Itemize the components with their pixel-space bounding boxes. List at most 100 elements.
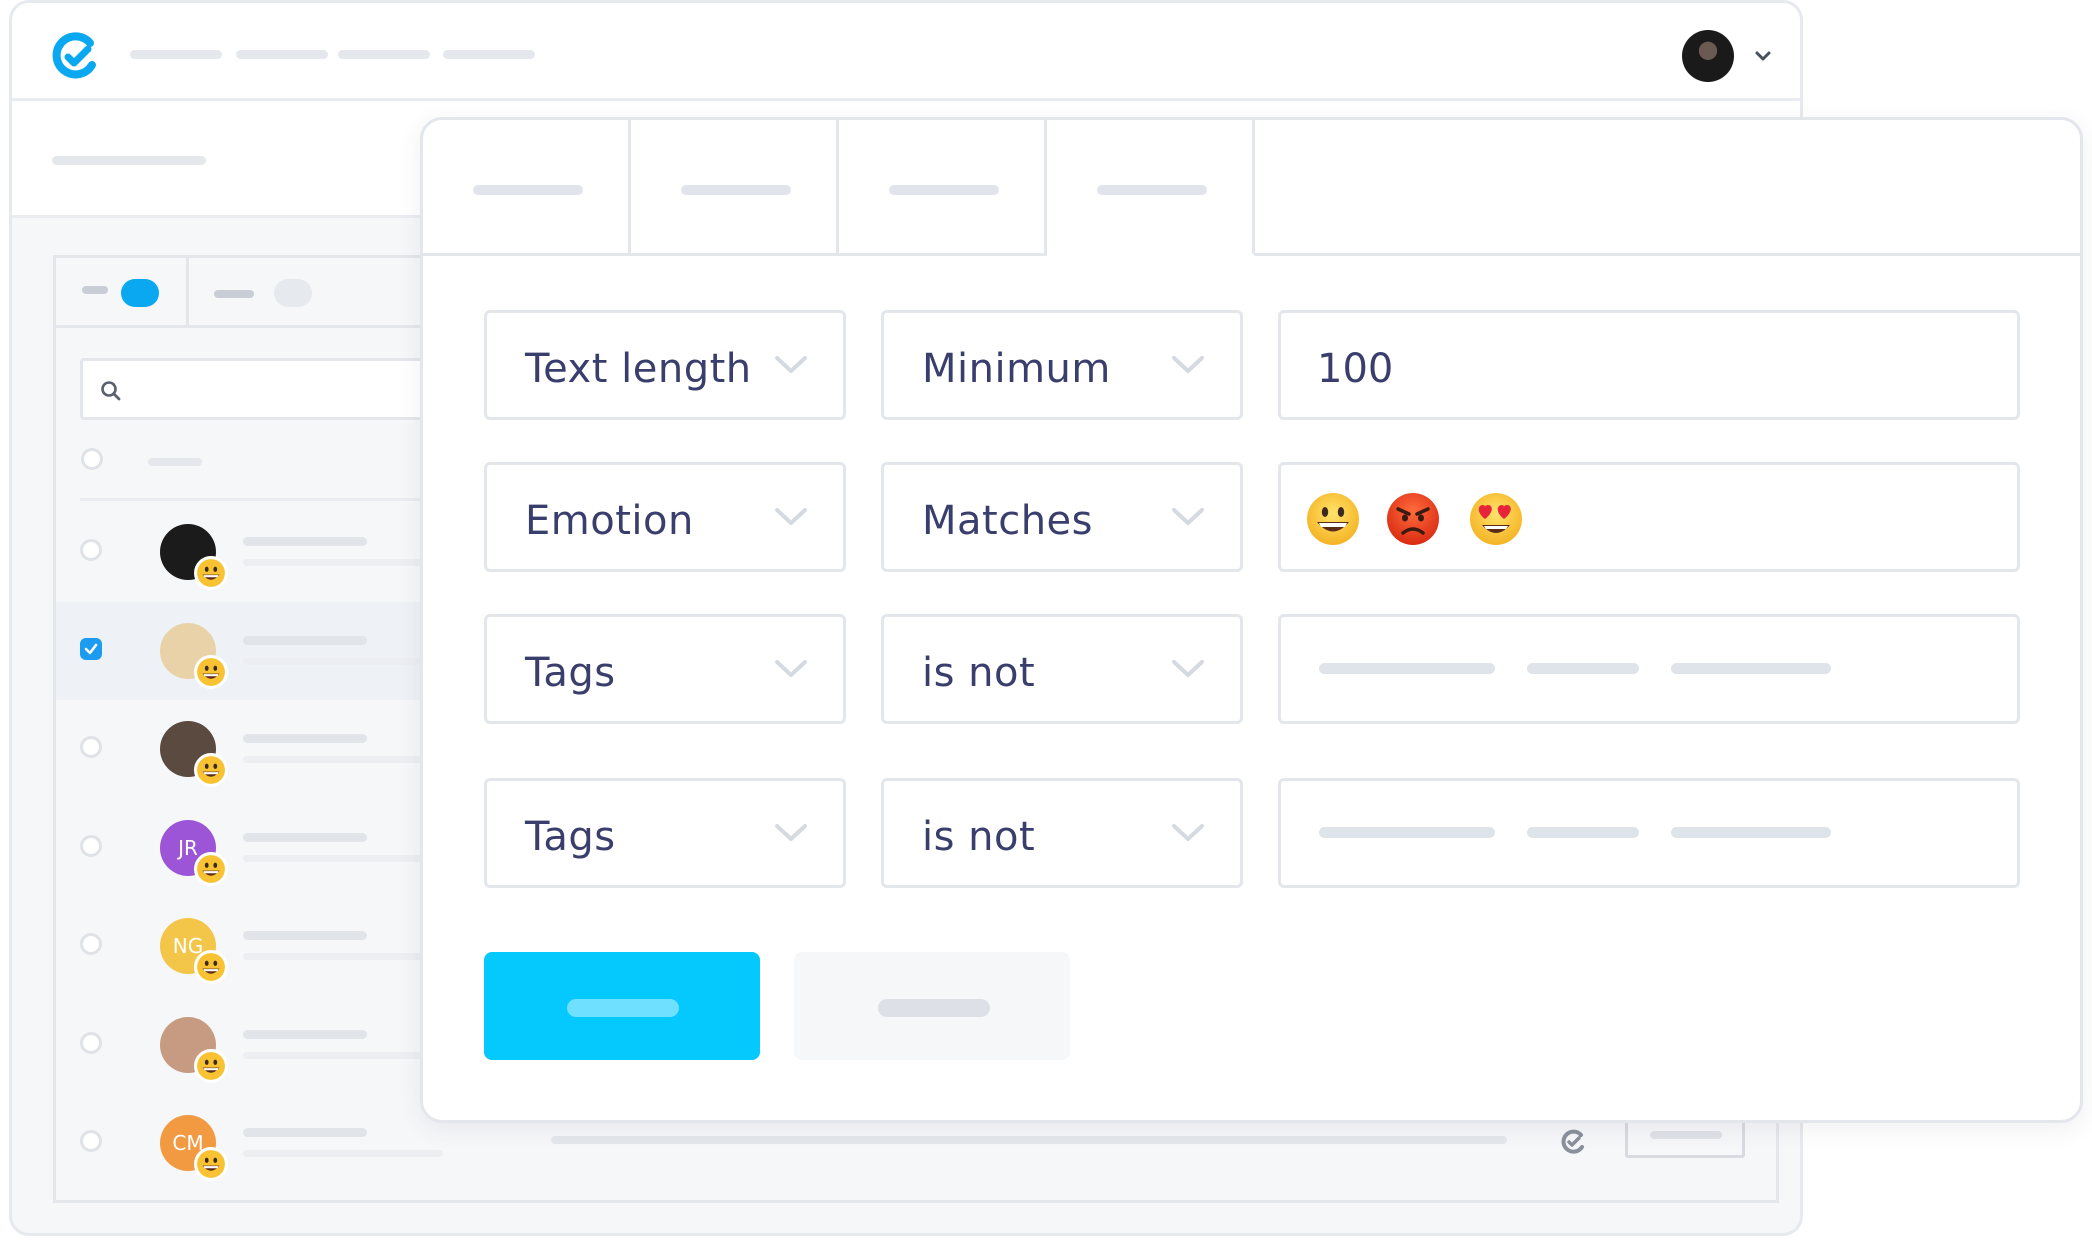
row-title-placeholder: [243, 1029, 367, 1039]
row-title-placeholder: [243, 1128, 367, 1137]
row-subtitle-placeholder: [243, 1150, 443, 1157]
footer-button-label-placeholder: [1650, 1131, 1722, 1139]
row-checkbox[interactable]: [80, 1130, 102, 1152]
nav-link-1[interactable]: [130, 50, 222, 59]
row-subtitle-placeholder: [243, 559, 443, 566]
tag-chip-placeholder[interactable]: [1319, 827, 1495, 838]
field-select-label: Tags: [525, 814, 616, 860]
list-header-placeholder: [148, 458, 202, 466]
field-select-label: Text length: [525, 346, 752, 392]
list-item[interactable]: [56, 996, 476, 1094]
tab-label-placeholder: [889, 185, 999, 195]
tab-label-placeholder: [473, 185, 583, 195]
tab-count-badge[interactable]: [274, 279, 312, 307]
chevron-down-icon: [1172, 356, 1204, 373]
select-all-checkbox[interactable]: [81, 448, 103, 470]
row-subtitle-placeholder: [243, 657, 443, 665]
cancel-button[interactable]: [794, 952, 1070, 1060]
nav-link-4[interactable]: [443, 50, 535, 59]
operator-select-label: Minimum: [922, 346, 1111, 392]
angry-face-icon[interactable]: [1385, 491, 1441, 547]
field-select[interactable]: Emotion: [484, 462, 846, 572]
list-item[interactable]: JR: [56, 799, 476, 897]
operator-select[interactable]: Matches: [881, 462, 1243, 572]
filter-modal: Text length Minimum 100 Emotion Matches: [420, 117, 2083, 1123]
row-subtitle-placeholder: [243, 953, 443, 960]
chevron-down-icon: [1172, 824, 1204, 841]
tab-count-badge[interactable]: [121, 279, 159, 307]
field-select-label: Emotion: [525, 498, 694, 544]
tags-value-input[interactable]: [1278, 614, 2020, 724]
grinning-face-icon: [194, 654, 228, 689]
grinning-face-icon: [194, 556, 228, 590]
grinning-face-icon: [194, 753, 228, 787]
list-item[interactable]: CM: [56, 1094, 476, 1192]
app-logo-icon[interactable]: [50, 31, 100, 81]
grinning-face-icon: [194, 1147, 228, 1181]
row-checkbox[interactable]: [80, 933, 102, 955]
operator-select-label: is not: [922, 650, 1036, 696]
tab-label-placeholder: [82, 286, 108, 294]
tab-label-placeholder: [214, 290, 254, 298]
tags-value-input[interactable]: [1278, 778, 2020, 888]
chevron-down-icon[interactable]: [1752, 45, 1774, 67]
chevron-down-icon: [1172, 508, 1204, 525]
nav-link-2[interactable]: [236, 50, 328, 59]
modal-tab-3[interactable]: [839, 120, 1047, 256]
app-logo-icon: [1561, 1129, 1584, 1154]
row-title-placeholder: [243, 537, 367, 546]
grinning-face-icon: [194, 851, 228, 886]
operator-select[interactable]: Minimum: [881, 310, 1243, 420]
nav-link-3[interactable]: [338, 50, 430, 59]
grinning-face-icon: [194, 1048, 228, 1083]
tab-label-placeholder: [1097, 185, 1207, 195]
row-checkbox[interactable]: [80, 1031, 102, 1054]
tab-label-placeholder: [681, 185, 791, 195]
row-checkbox[interactable]: [80, 736, 102, 758]
row-title-placeholder: [243, 832, 367, 842]
modal-tab-bar: [423, 120, 2080, 256]
chevron-down-icon: [775, 508, 807, 525]
field-select[interactable]: Tags: [484, 614, 846, 724]
heart-eyes-face-icon[interactable]: [1468, 491, 1524, 547]
row-checkbox[interactable]: [80, 834, 102, 857]
chevron-down-icon: [775, 356, 807, 373]
field-select[interactable]: Text length: [484, 310, 846, 420]
list-item[interactable]: [56, 601, 476, 700]
button-label-placeholder: [878, 999, 990, 1017]
checkmark-icon: [84, 643, 98, 654]
value-input[interactable]: 100: [1278, 310, 2020, 420]
list-item[interactable]: [56, 700, 476, 798]
grinning-face-icon[interactable]: [1305, 491, 1361, 547]
modal-tab-1[interactable]: [423, 120, 631, 256]
tag-chip-placeholder[interactable]: [1319, 663, 1495, 674]
operator-select[interactable]: is not: [881, 614, 1243, 724]
tag-chip-placeholder[interactable]: [1671, 827, 1831, 838]
field-select[interactable]: Tags: [484, 778, 846, 888]
operator-select[interactable]: is not: [881, 778, 1243, 888]
apply-button[interactable]: [484, 952, 760, 1060]
list-item[interactable]: [56, 503, 476, 601]
row-title-placeholder: [243, 931, 367, 940]
chevron-down-icon: [775, 660, 807, 677]
emotion-value-input[interactable]: [1278, 462, 2020, 572]
operator-select-label: Matches: [922, 498, 1093, 544]
row-subtitle-placeholder: [243, 756, 443, 763]
list-tabs: [56, 258, 456, 328]
value-input-text: 100: [1317, 346, 1394, 392]
list-item[interactable]: NG: [56, 897, 476, 995]
chevron-down-icon: [1172, 660, 1204, 677]
operator-select-label: is not: [922, 814, 1036, 860]
user-avatar[interactable]: [1682, 30, 1734, 82]
modal-tab-4[interactable]: [1047, 120, 1255, 256]
tab-bar-fill: [1255, 120, 2080, 256]
row-checkbox[interactable]: [80, 539, 102, 561]
tag-chip-placeholder[interactable]: [1527, 663, 1639, 674]
footer-placeholder: [551, 1136, 1507, 1144]
row-title-placeholder: [243, 734, 367, 743]
tag-chip-placeholder[interactable]: [1671, 663, 1831, 674]
tag-chip-placeholder[interactable]: [1527, 827, 1639, 838]
modal-tab-2[interactable]: [631, 120, 839, 256]
row-checkbox-checked[interactable]: [80, 637, 102, 660]
row-subtitle-placeholder: [243, 1051, 443, 1059]
